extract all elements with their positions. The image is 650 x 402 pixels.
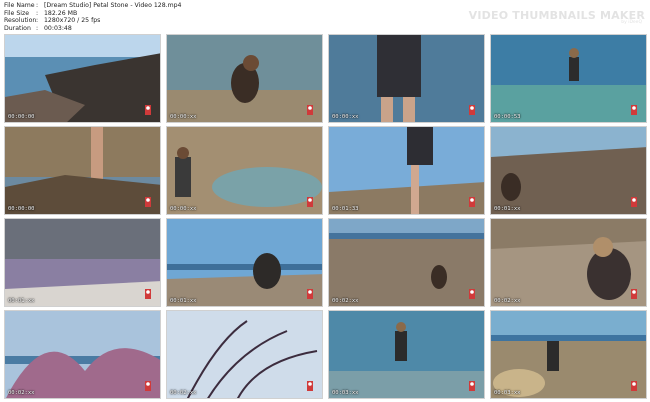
- thumbnail-image: [167, 311, 322, 398]
- timestamp: 00:03:xx: [494, 390, 521, 396]
- watermark-icon: [630, 288, 638, 300]
- thumbnail: 00:02:xx: [490, 218, 647, 307]
- watermark-icon: [306, 104, 314, 116]
- info-sep: :: [36, 9, 39, 17]
- file-name-row: File Name : [Dream Studio] Petal Stone -…: [4, 2, 182, 10]
- info-key: Resolution: [4, 17, 37, 25]
- info-value: 1280x720 / 25 fps: [44, 17, 101, 25]
- thumbnail-image: [167, 35, 322, 122]
- watermark-icon: [630, 104, 638, 116]
- watermark-icon: [630, 380, 638, 392]
- watermark-icon: [306, 196, 314, 208]
- timestamp: 00:03:xx: [332, 390, 359, 396]
- watermark-icon: [468, 380, 476, 392]
- watermark-icon: [144, 104, 152, 116]
- thumbnail: 00:00:xx: [328, 34, 485, 123]
- info-value: 182.26 MB: [44, 9, 78, 17]
- resolution-row: Resolution : 1280x720 / 25 fps: [4, 17, 182, 25]
- thumbnail-image: [167, 127, 322, 214]
- timestamp: 00:01:xx: [8, 298, 35, 304]
- thumbnail-image: [5, 127, 160, 214]
- watermark-icon: [468, 288, 476, 300]
- thumbnail: 00:01:33: [328, 126, 485, 215]
- thumbnail-image: [491, 127, 646, 214]
- info-key: File Name: [4, 2, 35, 9]
- thumbnail-image: [491, 311, 646, 398]
- thumbnail: 00:00:53: [490, 34, 647, 123]
- thumbnail-image: [491, 35, 646, 122]
- timestamp: 00:02:xx: [170, 390, 197, 396]
- header: File Name : [Dream Studio] Petal Stone -…: [0, 0, 650, 34]
- watermark-icon: [144, 196, 152, 208]
- thumbnail: 00:00:00: [4, 126, 161, 215]
- timestamp: 00:02:xx: [8, 390, 35, 396]
- file-size-row: File Size : 182.26 MB: [4, 10, 182, 18]
- timestamp: 00:01:xx: [170, 298, 197, 304]
- thumbnail: 00:02:xx: [328, 218, 485, 307]
- thumbnail-image: [329, 127, 484, 214]
- timestamp: 00:00:53: [494, 114, 521, 120]
- thumbnail: 00:00:xx: [166, 126, 323, 215]
- thumbnail: 00:01:xx: [166, 218, 323, 307]
- timestamp: 00:00:xx: [170, 114, 197, 120]
- file-info: File Name : [Dream Studio] Petal Stone -…: [4, 2, 182, 32]
- thumbnail: 00:02:xx: [166, 310, 323, 399]
- watermark-icon: [468, 196, 476, 208]
- thumbnail: 00:00:00: [4, 34, 161, 123]
- timestamp: 00:01:33: [332, 206, 359, 212]
- thumbnail-image: [167, 219, 322, 306]
- watermark-icon: [306, 380, 314, 392]
- thumbnail-image: [5, 311, 160, 398]
- info-key: File Size: [4, 9, 30, 17]
- watermark-icon: [144, 380, 152, 392]
- thumbnail: 00:03:xx: [328, 310, 485, 399]
- info-value: [Dream Studio] Petal Stone - Video 128.m…: [44, 2, 182, 9]
- info-sep: :: [36, 2, 39, 9]
- thumbnail-grid: 00:00:00 00:00:xx 00:00:xx 00:00:53 00:0…: [4, 34, 647, 400]
- watermark-icon: [630, 196, 638, 208]
- info-value: 00:03:48: [44, 24, 72, 32]
- thumbnail-image: [329, 219, 484, 306]
- duration-row: Duration : 00:03:48: [4, 25, 182, 33]
- timestamp: 00:02:xx: [332, 298, 359, 304]
- thumbnail-image: [329, 311, 484, 398]
- info-sep: :: [36, 17, 39, 25]
- timestamp: 00:02:xx: [494, 298, 521, 304]
- brand-subtitle: by iDeeQ: [621, 20, 642, 25]
- timestamp: 00:00:xx: [170, 206, 197, 212]
- timestamp: 00:00:00: [8, 206, 35, 212]
- thumbnail: 00:01:xx: [490, 126, 647, 215]
- thumbnail-image: [5, 35, 160, 122]
- thumbnail-image: [329, 35, 484, 122]
- watermark-icon: [144, 288, 152, 300]
- thumbnail: 00:03:xx: [490, 310, 647, 399]
- timestamp: 00:00:00: [8, 114, 35, 120]
- thumbnail: 00:01:xx: [4, 218, 161, 307]
- watermark-icon: [468, 104, 476, 116]
- thumbnail-image: [491, 219, 646, 306]
- thumbnail: 00:02:xx: [4, 310, 161, 399]
- info-sep: :: [36, 24, 39, 32]
- thumbnail: 00:00:xx: [166, 34, 323, 123]
- watermark-icon: [306, 288, 314, 300]
- timestamp: 00:00:xx: [332, 114, 359, 120]
- info-key: Duration: [4, 24, 31, 32]
- thumbnail-image: [5, 219, 160, 306]
- brand-title: VIDEO THUMBNAILS MAKER: [468, 9, 645, 22]
- timestamp: 00:01:xx: [494, 206, 521, 212]
